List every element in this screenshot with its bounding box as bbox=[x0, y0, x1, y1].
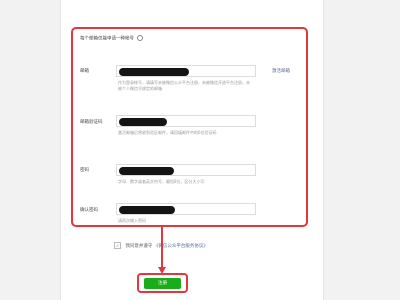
help-circle-icon[interactable] bbox=[137, 35, 144, 41]
email-help-text: 作为登录帐号，请填写未被微信公众平台注册，未被微信开放平台注册，未被个人微信号绑… bbox=[118, 80, 250, 91]
confirm-password-input[interactable] bbox=[116, 203, 256, 215]
verification-code-label: 邮箱验证码 bbox=[80, 120, 103, 125]
register-button[interactable]: 注册 bbox=[144, 278, 181, 289]
confirm-password-help-text: 请再次输入密码 bbox=[118, 218, 146, 223]
annotation-arrow-line bbox=[161, 227, 163, 269]
redaction-bar bbox=[119, 167, 174, 175]
email-tip-text: 每个邮箱仅能申请一种帐号 bbox=[80, 36, 134, 42]
email-label: 邮箱 bbox=[80, 69, 89, 74]
password-label: 密码 bbox=[80, 168, 89, 173]
redaction-bar bbox=[119, 118, 167, 126]
verification-code-input[interactable] bbox=[116, 115, 256, 127]
agree-prefix-text: 我同意并遵守 bbox=[125, 244, 153, 249]
agree-checkbox[interactable]: ✓ bbox=[114, 242, 121, 249]
redaction-bar bbox=[119, 68, 189, 76]
form-highlight-box bbox=[71, 27, 308, 227]
email-tip: 每个邮箱仅能申请一种帐号 bbox=[80, 35, 144, 42]
password-input[interactable] bbox=[116, 164, 256, 176]
password-help-text: 字母、数字或者英文符号，最短8位，区分大小写 bbox=[118, 179, 205, 184]
redaction-bar bbox=[119, 206, 175, 214]
email-input[interactable] bbox=[116, 65, 256, 77]
verification-code-help-text: 激活邮箱后将收到验证邮件，请回填邮件中的6位验证码 bbox=[118, 130, 217, 135]
confirm-password-label: 确认密码 bbox=[80, 208, 98, 213]
activate-email-link[interactable]: 激活邮箱 bbox=[272, 68, 290, 74]
